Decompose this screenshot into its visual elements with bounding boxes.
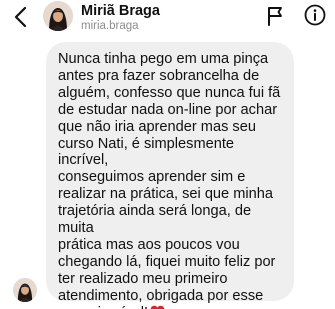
heart-icon <box>150 305 165 309</box>
conversation-header: Miriã Braga miria.braga <box>0 0 335 34</box>
message-bubble[interactable]: Nunca tinha pego em uma pinça antes pra … <box>46 42 294 309</box>
message-body: Nunca tinha pego em uma pinça antes pra … <box>58 51 281 309</box>
contact-username: miria.braga <box>81 20 139 32</box>
chevron-left-icon[interactable] <box>12 6 30 28</box>
dm-conversation-screen: Miriã Braga miria.braga Nunca tinha pego… <box>0 0 335 309</box>
message-text: Nunca tinha pego em uma pinça antes pra … <box>58 51 284 309</box>
contact-name[interactable]: Miriã Braga <box>81 3 160 19</box>
info-icon[interactable] <box>304 4 326 26</box>
avatar[interactable] <box>43 1 73 31</box>
sender-avatar[interactable] <box>13 278 37 302</box>
flag-icon[interactable] <box>266 6 284 26</box>
